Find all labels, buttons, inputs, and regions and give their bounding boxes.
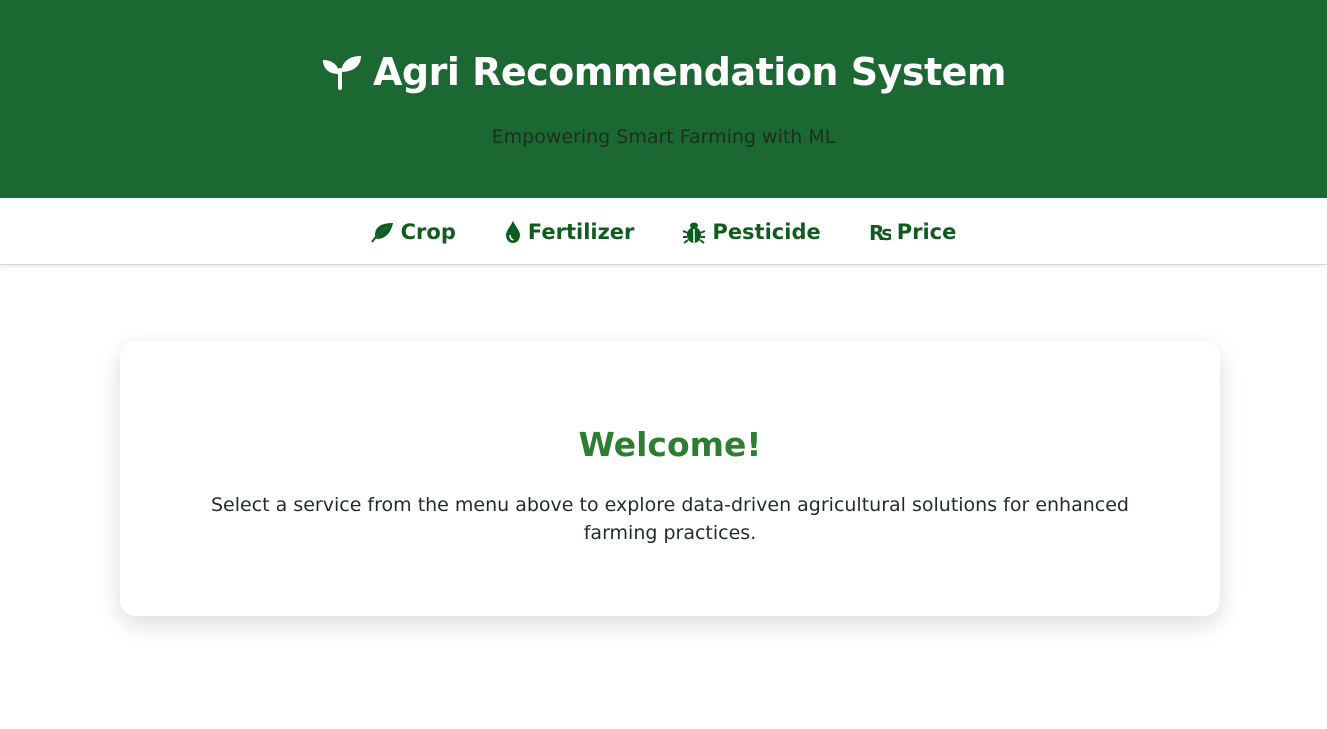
nav-item-fertilizer[interactable]: Fertilizer [504, 218, 635, 244]
svg-text:₨: ₨ [869, 221, 891, 243]
nav-item-price[interactable]: ₨ Price [869, 218, 957, 244]
leaf-icon [370, 221, 395, 243]
seedling-icon [321, 54, 361, 90]
title-row: Agri Recommendation System [0, 48, 1327, 96]
rupee-icon: ₨ [869, 221, 891, 243]
welcome-card: Welcome! Select a service from the menu … [120, 341, 1220, 616]
nav-item-crop[interactable]: Crop [370, 218, 456, 244]
main-nav: Crop Fertilizer Pesticide ₨ Price [0, 198, 1327, 265]
droplet-icon [504, 220, 522, 244]
welcome-title: Welcome! [578, 425, 762, 464]
nav-label-fertilizer: Fertilizer [527, 220, 635, 244]
bug-icon [682, 220, 706, 244]
nav-label-crop: Crop [400, 220, 456, 244]
app-title: Agri Recommendation System [373, 50, 1007, 94]
nav-label-pesticide: Pesticide [712, 220, 821, 244]
welcome-text: Select a service from the menu above to … [211, 494, 1129, 544]
app-subtitle: Empowering Smart Farming with ML [491, 126, 836, 148]
app-header: Agri Recommendation System Empowering Sm… [0, 0, 1327, 198]
nav-item-pesticide[interactable]: Pesticide [682, 218, 821, 244]
nav-label-price: Price [896, 220, 957, 244]
